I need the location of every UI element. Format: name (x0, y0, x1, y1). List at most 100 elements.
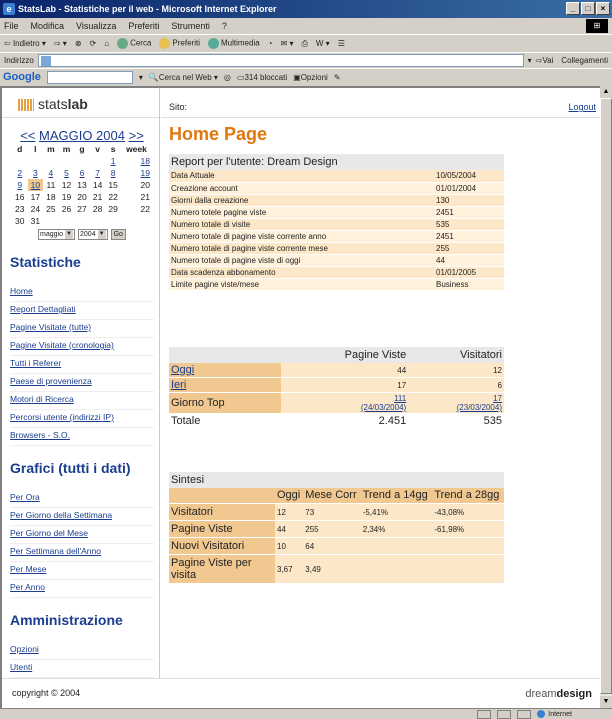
maximize-button[interactable]: □ (581, 2, 595, 15)
nav-link-browsers[interactable]: Browsers - S.O. (10, 428, 154, 446)
synthesis-header: Mese Corr (303, 488, 361, 504)
month-select[interactable]: maggio ▼ (38, 229, 76, 240)
calendar-week: 21 (140, 192, 150, 202)
vertical-scrollbar[interactable]: ▲ ▼ (600, 86, 612, 708)
calendar-today[interactable]: 10 (27, 179, 44, 191)
logout-link[interactable]: Logout (568, 102, 596, 112)
page-icon (40, 56, 51, 66)
table-row: Giorni dalla creazione 130 (169, 194, 504, 207)
next-month-link[interactable]: >> (129, 128, 144, 143)
nav-link-per-week[interactable]: Per Settimana dell'Anno (10, 544, 154, 562)
back-button[interactable]: ⇦ Indietro ▾ (4, 39, 46, 48)
nav-link-search-engines[interactable]: Motori di Ricerca (10, 392, 154, 410)
google-dropdown-icon[interactable]: ▾ (139, 73, 143, 82)
nav-link-country[interactable]: Paese di provenienza (10, 374, 154, 392)
google-logo[interactable]: Google (3, 71, 41, 83)
calendar-day-link[interactable]: 2 (12, 167, 28, 179)
yesterday-link[interactable]: Ieri (169, 377, 281, 393)
popup-blocker-button[interactable]: ▭314 bloccati (237, 73, 287, 82)
nav-link-per-month[interactable]: Per Mese (10, 562, 154, 580)
nav-link-report[interactable]: Report Dettagliati (10, 302, 154, 320)
google-search-input[interactable] (46, 70, 133, 84)
calendar-day-link[interactable]: 8 (105, 167, 121, 179)
calendar-month-title[interactable]: MAGGIO 2004 (39, 128, 125, 143)
edit-button[interactable]: W ▾ (316, 39, 330, 48)
calendar-day-link[interactable]: 7 (90, 167, 106, 179)
nav-link-user-paths[interactable]: Percorsi utente (indirizzi IP) (10, 410, 154, 428)
weekday-header: d (17, 144, 23, 154)
menu-help[interactable]: ? (222, 21, 227, 31)
pagerank-icon[interactable]: ◎ (224, 73, 231, 82)
calendar-day: 29 (108, 204, 118, 214)
print-button[interactable]: ⎙ (301, 39, 307, 49)
address-input[interactable] (37, 54, 524, 67)
calendar-go-button[interactable]: Go (110, 229, 126, 240)
topday-pages-link[interactable]: 111 (283, 394, 406, 403)
nav-link-users[interactable]: Utenti (10, 660, 154, 678)
calendar-day-link[interactable]: 4 (43, 167, 59, 179)
calendar-day-link[interactable]: 6 (74, 167, 90, 179)
favorites-button[interactable]: Preferiti (159, 38, 200, 49)
history-icon: ◔ (267, 39, 273, 48)
home-icon: ⌂ (104, 39, 110, 48)
scroll-up-icon[interactable]: ▲ (600, 86, 612, 98)
google-search-web-button[interactable]: 🔍Cerca nel Web ▾ (149, 73, 218, 82)
topday-pages-cell: 111 (24/03/2004) (281, 392, 409, 414)
menu-preferiti[interactable]: Preferiti (128, 21, 159, 31)
nav-link-pages-history[interactable]: Pagine Visitate (cronologia) (10, 338, 154, 356)
google-options-button[interactable]: ▣Opzioni (293, 73, 328, 82)
menu-strumenti[interactable]: Strumenti (171, 21, 210, 31)
home-button[interactable]: ⌂ (104, 39, 109, 48)
synthesis-label: Pagine Viste (169, 520, 275, 538)
nav-link-referer[interactable]: Tutti i Referer (10, 356, 154, 374)
synthesis-value: 2,34% (360, 520, 433, 538)
calendar-day (59, 215, 75, 227)
stop-button[interactable]: ⊗ (75, 39, 82, 48)
forward-button[interactable]: ⇨ ▾ (54, 39, 67, 48)
nav-link-per-monthday[interactable]: Per Giorno del Mese (10, 526, 154, 544)
calendar-week-link[interactable]: 19 (121, 167, 152, 179)
history-button[interactable]: ◔ (268, 39, 273, 48)
scroll-thumb[interactable] (600, 98, 612, 694)
menu-file[interactable]: File (4, 21, 19, 31)
refresh-button[interactable]: ⟳ (90, 39, 97, 48)
status-segment (477, 709, 492, 719)
table-row: Ieri 17 6 (169, 377, 504, 393)
statslab-logo[interactable]: statslab (2, 88, 159, 118)
nav-link-per-year[interactable]: Per Anno (10, 580, 154, 598)
highlight-icon[interactable]: ✎ (334, 73, 341, 82)
links-button[interactable]: Collegamenti (557, 56, 612, 65)
year-select[interactable]: 2004 ▼ (78, 229, 108, 240)
search-button[interactable]: Cerca (117, 38, 151, 49)
calendar-day-link[interactable]: 9 (12, 179, 28, 191)
calendar-day: 27 (77, 204, 87, 214)
nav-link-options[interactable]: Opzioni (10, 642, 154, 660)
media-button[interactable]: Multimedia (207, 38, 260, 49)
status-segment (497, 709, 512, 719)
table-row: Data Attuale 10/05/2004 (169, 170, 504, 183)
main-content: Sito: Logout Home Page Report per l'uten… (161, 88, 600, 678)
calendar-day-link[interactable]: 1 (105, 155, 121, 167)
menu-visualizza[interactable]: Visualizza (76, 21, 116, 31)
topday-visitors-date[interactable]: (23/03/2004) (410, 403, 502, 412)
discuss-button[interactable]: ☰ (338, 39, 345, 48)
calendar-day-link[interactable]: 5 (59, 167, 75, 179)
topday-visitors-link[interactable]: 17 (410, 394, 502, 403)
menu-modifica[interactable]: Modifica (31, 21, 65, 31)
topday-pages-date[interactable]: (24/03/2004) (283, 403, 406, 412)
go-button[interactable]: ⇨Vai (532, 56, 558, 65)
nav-link-home[interactable]: Home (10, 284, 154, 302)
report-value: 01/01/2004 (434, 182, 504, 195)
minimize-button[interactable]: _ (566, 2, 580, 15)
mail-button[interactable]: ✉ ▾ (281, 39, 294, 48)
calendar-week-link[interactable]: 18 (121, 155, 152, 167)
close-button[interactable]: × (596, 2, 610, 15)
nav-link-per-weekday[interactable]: Per Giorno della Settimana (10, 508, 154, 526)
calendar-day-link[interactable]: 3 (28, 167, 44, 179)
nav-link-pages-all[interactable]: Pagine Visitate (tutte) (10, 320, 154, 338)
nav-link-per-hour[interactable]: Per Ora (10, 490, 154, 508)
scroll-down-icon[interactable]: ▼ (600, 696, 612, 708)
visits-summary-table: Pagine Viste Visitatori Oggi 44 12 Ieri … (169, 347, 504, 429)
today-link[interactable]: Oggi (169, 363, 281, 378)
prev-month-link[interactable]: << (20, 128, 35, 143)
